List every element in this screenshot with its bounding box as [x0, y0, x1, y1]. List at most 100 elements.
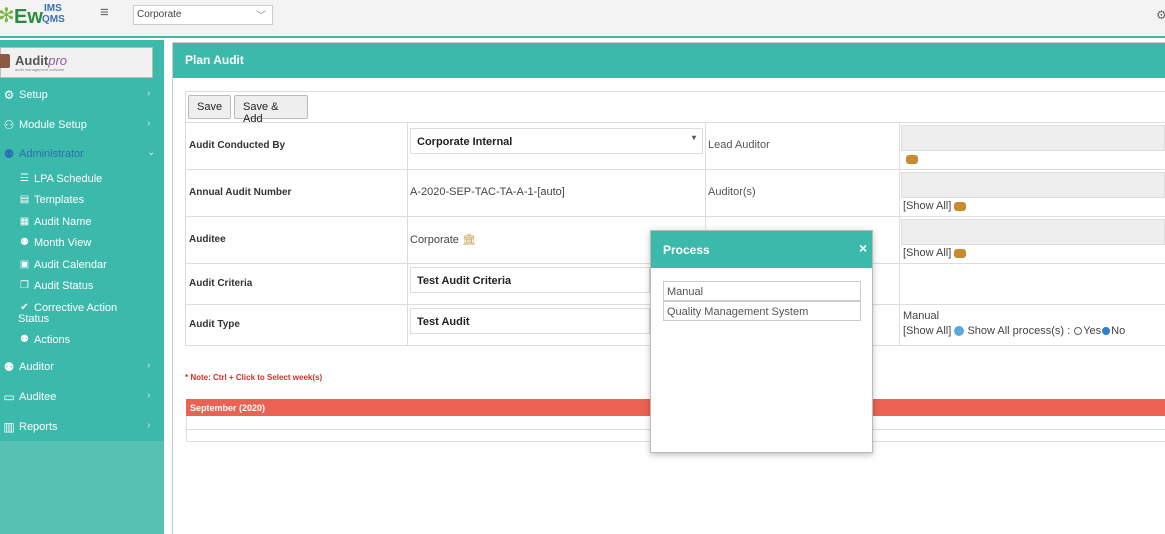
- sidebar-item-administrator[interactable]: ⚉ Administrator ⌄: [0, 144, 164, 166]
- form-divider: [185, 122, 1165, 123]
- sidebar-subitem-lpa-schedule[interactable]: ☰ LPA Schedule: [0, 170, 164, 190]
- lead-auditor-picker[interactable]: [903, 153, 918, 165]
- auditee-value: Corporate 🏛: [410, 234, 476, 246]
- sidebar-item-auditor[interactable]: ⚉ Auditor ›: [0, 357, 164, 379]
- show-all-link[interactable]: [Show All]: [903, 247, 951, 259]
- sidebar-item-label: Module Setup: [19, 119, 87, 131]
- auditee-contacts-field[interactable]: [901, 219, 1165, 245]
- audit-type-label: Audit Type: [189, 319, 240, 330]
- save-button[interactable]: Save: [188, 95, 231, 119]
- annual-audit-number-value: A-2020-SEP-TAC-TA-A-1-[auto]: [410, 186, 565, 198]
- sidebar-subitem-label: Month View: [34, 237, 92, 249]
- sidebar-item-reports[interactable]: ▥ Reports ›: [0, 417, 164, 439]
- audit-conducted-by-select[interactable]: Corporate Internal ▾: [410, 128, 703, 154]
- show-all-process-label: Show All process(s) :: [967, 325, 1071, 337]
- document-icon: ▤: [19, 194, 30, 205]
- users-gear-icon: ⚇: [3, 118, 15, 132]
- modal-header: Process ×: [651, 231, 872, 268]
- annual-audit-number-label: Annual Audit Number: [189, 187, 292, 198]
- audit-criteria-input[interactable]: Test Audit Criteria: [410, 267, 650, 293]
- audit-type-value: Test Audit: [417, 316, 470, 328]
- form-divider: [185, 216, 1165, 217]
- sidebar-subitem-audit-name[interactable]: ▦ Audit Name: [0, 213, 164, 233]
- yes-radio[interactable]: [1074, 327, 1083, 336]
- copy-icon: ❐: [20, 280, 29, 291]
- building-icon: ▥: [3, 420, 15, 434]
- auditors-field[interactable]: [901, 172, 1165, 198]
- calendar-icon: ▦: [19, 216, 30, 227]
- lead-auditor-field[interactable]: [901, 125, 1165, 151]
- sidebar-subitem-label: Templates: [34, 194, 85, 206]
- page-title: Plan Audit: [185, 53, 244, 67]
- audit-pro-brand[interactable]: Auditpro audit management software: [0, 47, 153, 78]
- chevron-down-icon: ⌄: [147, 147, 156, 158]
- panel-header: Plan Audit: [173, 43, 1165, 78]
- sidebar-subitem-corrective-action-status[interactable]: ✔ Corrective Action Status: [0, 299, 164, 327]
- menu-toggle-icon[interactable]: ≡: [100, 4, 109, 21]
- sidebar-subitem-label-line2: Status: [18, 313, 50, 325]
- chevron-right-icon: ›: [147, 390, 151, 401]
- audit-criteria-label: Audit Criteria: [189, 278, 253, 289]
- sidebar-subitem-audit-status[interactable]: ❐ Audit Status: [0, 277, 164, 297]
- close-icon[interactable]: ×: [859, 240, 867, 256]
- people-icon: [906, 154, 918, 164]
- sidebar-subitem-templates[interactable]: ▤ Templates: [0, 191, 164, 211]
- bank-building-icon: 🏛: [461, 234, 476, 246]
- settings-gear-icon[interactable]: ⚙: [1156, 8, 1165, 22]
- company-select[interactable]: Corporate ﹀: [133, 5, 273, 25]
- logo-ew-text: Ew: [14, 6, 43, 28]
- sidebar-item-label: Setup: [19, 89, 48, 101]
- logo-flower-icon: ✻: [0, 5, 15, 27]
- save-add-button[interactable]: Save & Add: [234, 95, 308, 125]
- auditors-show-all[interactable]: [Show All]: [903, 200, 967, 212]
- logo-qms-text: QMS: [42, 14, 65, 25]
- chevron-down-icon: ﹀: [256, 11, 266, 22]
- form-divider: [899, 122, 900, 346]
- process-item-qms[interactable]: Quality Management System: [663, 301, 861, 321]
- sidebar-subitem-audit-calendar[interactable]: ▣ Audit Calendar: [0, 256, 164, 276]
- sidebar-item-module-setup[interactable]: ⚇ Module Setup ›: [0, 115, 164, 137]
- process-value: Manual: [903, 310, 940, 322]
- app-logo[interactable]: ✻ Ew IMS QMS: [0, 2, 80, 34]
- yes-label: Yes: [1083, 325, 1102, 337]
- chevron-right-icon: ›: [147, 118, 151, 129]
- sidebar-subitem-month-view[interactable]: ⚉ Month View: [0, 234, 164, 254]
- process-show-all-row: [Show All] Show All process(s) : Yes No: [903, 325, 1125, 337]
- no-label: No: [1111, 325, 1126, 337]
- dropdown-caret-icon: ▾: [691, 133, 696, 142]
- form-divider: [407, 122, 408, 346]
- sidebar-subitem-label: Audit Calendar: [34, 259, 107, 271]
- chevron-right-icon: ›: [147, 88, 151, 99]
- check-icon: ✔: [20, 302, 29, 313]
- month-label: September (2020): [190, 403, 266, 413]
- audit-pro-icon: [0, 54, 10, 68]
- sidebar-subitem-actions[interactable]: ⚉ Actions: [0, 331, 164, 351]
- process-modal: Process × Manual Quality Management Syst…: [650, 230, 873, 453]
- sidebar-item-label: Reports: [19, 421, 58, 433]
- show-all-link[interactable]: [Show All]: [903, 325, 951, 337]
- auditee-show-all[interactable]: [Show All]: [903, 247, 967, 259]
- list-icon: ☰: [20, 173, 29, 184]
- no-radio[interactable]: [1102, 327, 1111, 336]
- auditee-label: Auditee: [189, 234, 226, 245]
- audit-conducted-by-value: Corporate Internal: [417, 136, 513, 148]
- top-bar: ✻ Ew IMS QMS ≡ Corporate ﹀ ⚙: [0, 0, 1165, 38]
- modal-title: Process: [663, 243, 710, 257]
- user-check-icon: ⚉: [3, 360, 15, 374]
- sidebar-item-auditee[interactable]: ▭ Auditee ›: [0, 387, 164, 409]
- people-icon: [954, 248, 967, 258]
- pie-chart-icon[interactable]: [954, 326, 965, 337]
- people-icon: [954, 201, 967, 211]
- selection-note: * Note: Ctrl + Click to Select week(s): [185, 373, 323, 382]
- process-item-manual[interactable]: Manual: [663, 281, 861, 301]
- sidebar-item-setup[interactable]: ⚙ Setup ›: [0, 85, 164, 107]
- gear-icon: ⚙: [3, 88, 15, 102]
- logo-ims-text: IMS: [44, 3, 62, 14]
- user-plus-icon: ⚉: [20, 237, 29, 248]
- audit-type-input[interactable]: Test Audit: [410, 308, 650, 334]
- audit-criteria-value: Test Audit Criteria: [417, 275, 512, 287]
- sidebar-subitem-label: Actions: [34, 334, 71, 346]
- audit-pro-tagline: audit management software: [15, 67, 65, 72]
- calendar-check-icon: ▣: [19, 259, 30, 270]
- show-all-link[interactable]: [Show All]: [903, 200, 951, 212]
